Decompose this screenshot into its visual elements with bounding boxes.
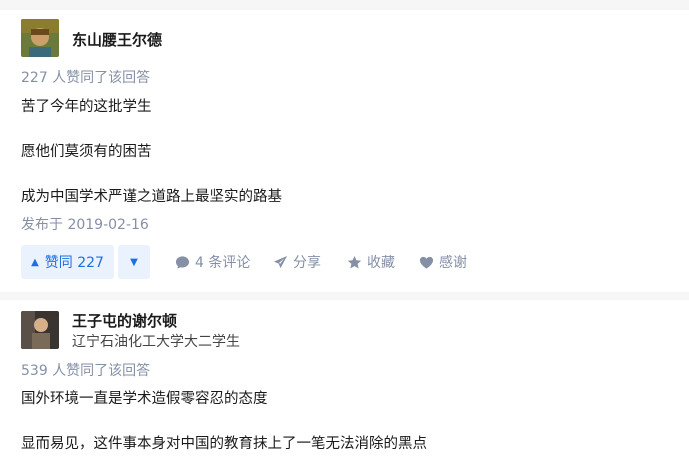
answer-paragraph: 成为中国学术严谨之道路上最坚实的路基 [21, 189, 282, 205]
avatar[interactable] [21, 19, 59, 57]
downvote-arrow-icon: ▼ [130, 256, 138, 268]
downvote-button[interactable]: ▼ [118, 245, 150, 279]
upvote-label: 赞同 227 [44, 255, 104, 271]
thanks-label: 感谢 [439, 255, 467, 271]
comment-icon [175, 255, 190, 269]
author-name[interactable]: 王子屯的谢尔顿 [72, 310, 177, 331]
star-icon [347, 255, 362, 268]
heart-icon [419, 256, 434, 269]
answer-card: 东山腰王尔德 227 人赞同了该回答 苦了今年的这批学生 愿他们莫须有的困苦 成… [0, 0, 689, 292]
answer-paragraph: 愿他们莫须有的困苦 [21, 144, 152, 160]
thanks-button[interactable]: 感谢 [419, 245, 467, 279]
comments-button[interactable]: 4 条评论 [175, 245, 250, 279]
favorite-label: 收藏 [367, 255, 395, 271]
answer-separator [0, 292, 689, 300]
upvote-button[interactable]: ▲ 赞同 227 [21, 245, 114, 279]
share-button[interactable]: 分享 [273, 245, 321, 279]
upvote-arrow-icon: ▲ [31, 256, 39, 268]
vote-summary: 539 人赞同了该回答 [21, 363, 151, 379]
answer-paragraph: 显而易见，这件事本身对中国的教育抹上了一笔无法消除的黑点 [21, 436, 427, 452]
comments-label: 4 条评论 [195, 255, 251, 271]
vote-summary: 227 人赞同了该回答 [21, 70, 151, 86]
answer-paragraph: 苦了今年的这批学生 [21, 99, 152, 115]
share-label: 分享 [293, 255, 321, 271]
avatar[interactable] [21, 311, 59, 349]
answer-card: 王子屯的谢尔顿 辽宁石油化工大学大二学生 539 人赞同了该回答 国外环境一直是… [0, 300, 689, 467]
answer-actions: ▲ 赞同 227 ▼ 4 条评论 分享 收藏 感谢 [21, 245, 481, 279]
answer-paragraph: 国外环境一直是学术造假零容忍的态度 [21, 391, 268, 407]
author-name[interactable]: 东山腰王尔德 [72, 29, 162, 50]
author-bio: 辽宁石油化工大学大二学生 [72, 334, 240, 350]
share-icon [273, 255, 288, 268]
publish-date: 发布于 2019-02-16 [21, 217, 149, 233]
favorite-button[interactable]: 收藏 [347, 245, 395, 279]
